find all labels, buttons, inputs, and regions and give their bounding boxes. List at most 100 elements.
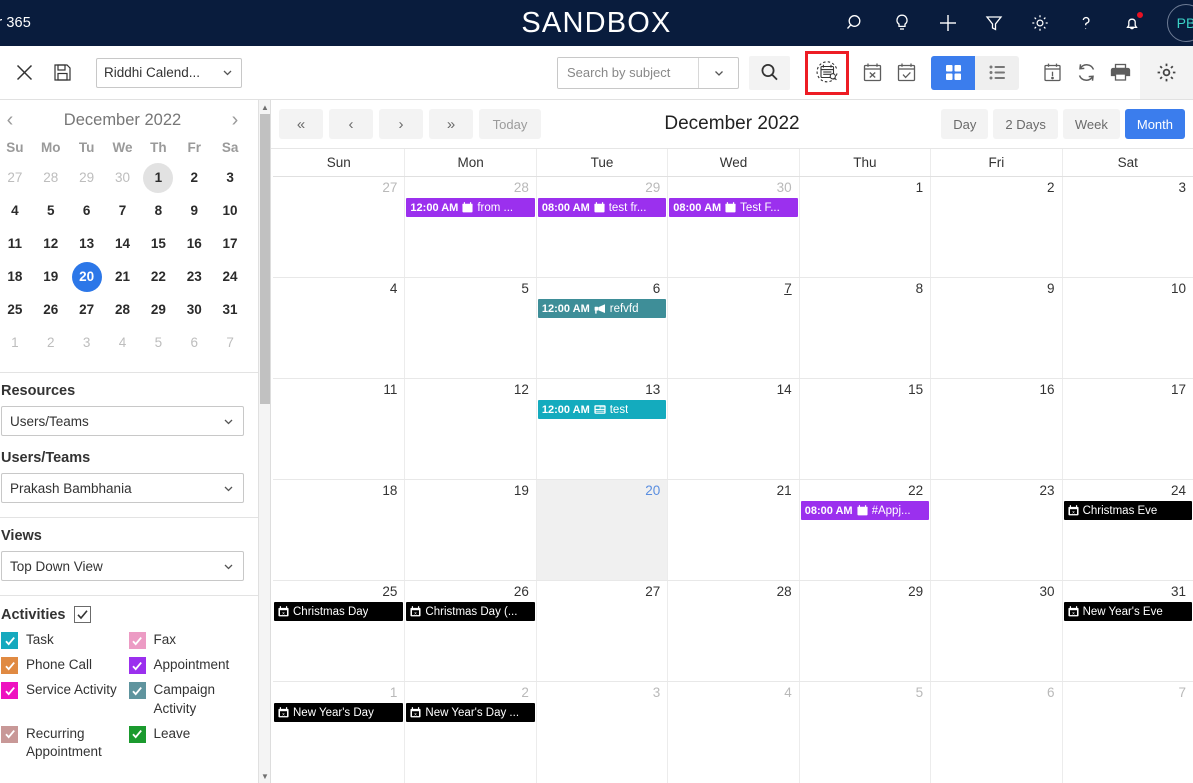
calendar-day-cell[interactable]: 20 [535,480,668,580]
activity-filter-item[interactable]: Leave [128,725,251,761]
calendar-day-number[interactable]: 12 [405,381,535,399]
calendar-day-number[interactable]: 26 [405,583,535,601]
activity-filter-item[interactable]: Task [1,631,123,649]
calendar-day-cell[interactable]: 9 [930,278,1061,378]
mini-calendar-day[interactable]: 5 [33,196,69,226]
activity-filter-item[interactable]: Fax [128,631,251,649]
mini-calendar-day[interactable]: 11 [0,229,33,259]
calendar-day-number[interactable]: 27 [273,179,404,197]
mini-calendar-day[interactable]: 28 [33,163,69,193]
mini-calendar-day[interactable]: 3 [69,328,105,358]
nav-next-button[interactable]: › [379,109,423,139]
mini-calendar-day[interactable]: 10 [212,196,248,226]
calendar-day-cell[interactable]: 1 x New Year's Day [273,682,404,783]
calendar-day-cell[interactable]: 6 [930,682,1061,783]
activity-checkbox[interactable] [128,632,146,649]
calendar-day-cell[interactable]: 19 [404,480,535,580]
mini-calendar-day[interactable]: 25 [0,295,33,325]
calendar-event[interactable]: x New Year's Day [274,703,404,722]
users-teams-select[interactable]: Prakash Bambhania [1,473,244,503]
calendar-day-cell[interactable]: 30 08:00 AM Test F... [667,177,798,277]
mini-calendar-day[interactable]: 8 [140,196,176,226]
sidebar-scrollbar[interactable]: ▲ ▼ [258,100,270,783]
calendar-day-number[interactable]: 22 [800,482,930,500]
calendar-event[interactable]: x Christmas Day [274,602,404,621]
calendar-day-cell[interactable]: 5 [404,278,535,378]
calendar-day-number[interactable]: 17 [1063,381,1193,399]
calendar-day-cell[interactable]: 27 [535,581,667,681]
filter-icon[interactable] [981,10,1007,36]
view-button-month[interactable]: Month [1124,109,1185,139]
calendar-day-cell[interactable]: 22 08:00 AM #Appj... [798,480,930,580]
calendar-day-cell[interactable]: 6 12:00 AM refvfd [535,278,667,378]
calendar-event[interactable]: 08:00 AM #Appj... [800,501,930,520]
calendar-day-cell[interactable]: 28 [667,581,798,681]
activity-filter-item[interactable]: Appointment [128,656,251,675]
calendar-day-cell[interactable]: 3 [1061,177,1193,277]
list-view-icon[interactable] [975,56,1019,90]
calendar-day-cell[interactable]: 15 [798,379,930,479]
calendar-day-number[interactable]: 16 [931,381,1061,399]
activity-checkbox[interactable] [128,657,146,675]
calendar-day-number[interactable]: 23 [931,482,1061,500]
activity-filter-item[interactable]: Campaign Activity [128,681,251,717]
calendar-day-cell[interactable]: 11 [273,379,404,479]
calendar-day-number[interactable]: 10 [1063,280,1193,298]
calendar-event[interactable]: 08:00 AM Test F... [669,198,798,217]
activity-checkbox[interactable] [128,725,146,743]
search-button[interactable] [749,55,790,90]
mini-calendar-day[interactable]: 22 [140,262,176,292]
lightbulb-icon[interactable] [889,10,915,36]
mini-calendar-day[interactable]: 6 [176,328,212,358]
activity-checkbox[interactable] [1,632,18,649]
help-icon[interactable] [1073,10,1099,36]
mini-calendar-day[interactable]: 1 [0,328,33,358]
calendar-day-cell[interactable]: 25 x Christmas Day [273,581,404,681]
bell-icon[interactable] [1119,10,1145,36]
mini-calendar-day[interactable]: 27 [69,295,105,325]
calendar-day-number[interactable]: 8 [800,280,930,298]
calendar-day-cell[interactable]: 26 x Christmas Day (... [404,581,535,681]
mini-calendar-day[interactable]: 15 [140,229,176,259]
calendar-selector[interactable]: Riddhi Calend... [96,57,242,88]
calendar-day-number[interactable]: 6 [931,684,1061,702]
settings-gear-icon[interactable] [1140,46,1193,99]
calendar-day-cell[interactable]: 24 x Christmas Eve [1061,480,1193,580]
mini-calendar-day[interactable]: 2 [176,163,212,193]
mini-calendar-day[interactable]: 7 [212,328,248,358]
calendar-day-number[interactable]: 5 [800,684,930,702]
close-icon[interactable] [5,54,43,92]
calendar-day-number[interactable]: 7 [1063,684,1193,702]
calendar-day-cell[interactable]: 14 [667,379,798,479]
calendar-day-number[interactable]: 11 [273,381,404,399]
mini-calendar-day[interactable]: 1 [143,163,174,193]
calendar-day-cell[interactable]: 28 12:00 AM from ... [404,177,535,277]
calendar-day-number[interactable]: 14 [668,381,798,399]
calendar-day-cell[interactable]: 13 12:00 AM test [535,379,667,479]
calendar-day-cell[interactable]: 10 [1061,278,1193,378]
mini-calendar-day[interactable]: 21 [105,262,141,292]
calendar-day-cell[interactable]: 29 08:00 AM test fr... [535,177,667,277]
activity-checkbox[interactable] [1,657,18,675]
calendar-day-number[interactable]: 21 [668,482,798,500]
activity-checkbox[interactable] [1,725,18,743]
view-button-2-days[interactable]: 2 Days [993,109,1058,139]
calendar-day-cell[interactable]: 5 [798,682,930,783]
calendar-day-number[interactable]: 28 [668,583,798,601]
calendar-day-number[interactable]: 20 [537,482,667,500]
search-dropdown-toggle[interactable] [698,57,738,88]
calendar-day-cell[interactable]: 1 [798,177,930,277]
mini-calendar-day[interactable]: 13 [69,229,105,259]
mini-calendar-day[interactable]: 31 [212,295,248,325]
calendar-day-cell[interactable]: 3 [535,682,667,783]
calendar-event[interactable]: 12:00 AM from ... [406,198,535,217]
mini-calendar-day[interactable]: 30 [176,295,212,325]
mini-calendar-day[interactable]: 9 [176,196,212,226]
calendar-day-cell[interactable]: 30 [930,581,1061,681]
calendar-day-number[interactable]: 31 [1063,583,1193,601]
calendar-day-number[interactable]: 24 [1063,482,1193,500]
calendar-day-cell[interactable]: 17 [1061,379,1193,479]
print-icon[interactable] [1103,56,1137,90]
mini-calendar-day[interactable]: 27 [0,163,33,193]
search-icon[interactable] [843,10,869,36]
